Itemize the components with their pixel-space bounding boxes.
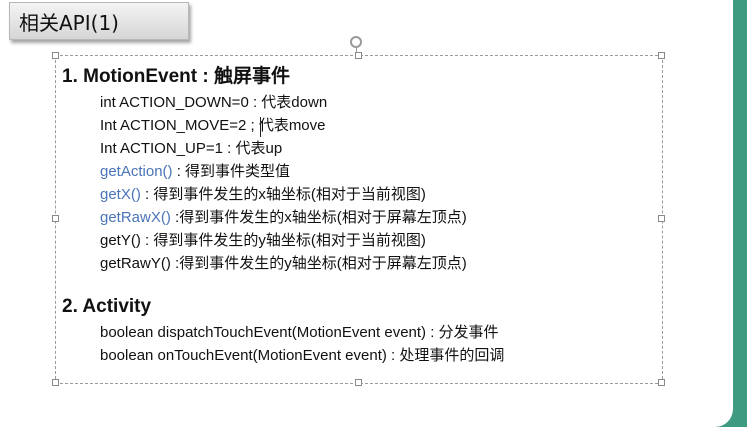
slide-title-box[interactable]: 相关API(1) (9, 2, 189, 40)
list-item: Int ACTION_UP=1 : 代表up (62, 137, 657, 160)
item-code: Int ACTION_UP=1 (100, 140, 223, 157)
list-item: getX() : 得到事件发生的x轴坐标(相对于当前视图) (62, 183, 657, 206)
item-code: getRawX() (100, 209, 171, 226)
list-item: getRawX() :得到事件发生的x轴坐标(相对于屏幕左顶点) (62, 206, 657, 229)
item-code: boolean onTouchEvent(MotionEvent event) (100, 347, 387, 364)
text-cursor (260, 117, 261, 137)
item-desc: :得到事件发生的y轴坐标(相对于屏幕左顶点) (170, 255, 467, 272)
item-desc: : 处理事件的回调 (386, 347, 505, 364)
item-code: getRawY() (100, 255, 171, 272)
item-code: getAction() (100, 163, 173, 180)
list-item: Int ACTION_MOVE=2 ; 代表move (62, 114, 657, 137)
item-desc: : 得到事件发生的x轴坐标(相对于当前视图) (140, 186, 426, 203)
list-item: int ACTION_DOWN=0 : 代表down (62, 91, 657, 114)
resize-handle-bottom[interactable] (355, 379, 362, 386)
item-code: boolean dispatchTouchEvent(MotionEvent e… (100, 324, 427, 341)
resize-handle-top-right[interactable] (658, 52, 665, 59)
item-code: getY() (100, 232, 141, 249)
slide-title: 相关API(1) (19, 11, 119, 35)
list-item: getRawY() :得到事件发生的y轴坐标(相对于屏幕左顶点) (62, 252, 657, 275)
resize-handle-right[interactable] (658, 215, 665, 222)
list-item: getY() : 得到事件发生的y轴坐标(相对于当前视图) (62, 229, 657, 252)
item-desc: :得到事件发生的x轴坐标(相对于屏幕左顶点) (170, 209, 467, 226)
section-heading-activity: 2. Activity (62, 296, 152, 317)
item-desc: : 得到事件类型值 (172, 163, 291, 180)
item-code: int ACTION_DOWN=0 (100, 94, 249, 111)
item-desc: : 得到事件发生的y轴坐标(相对于当前视图) (140, 232, 426, 249)
section-heading-motionevent: 1. MotionEvent : 触屏事件 (62, 66, 291, 87)
resize-handle-top[interactable] (355, 52, 362, 59)
slide-canvas: 相关API(1) 1. MotionEvent : 触屏事件 int ACTIO… (0, 0, 733, 427)
item-code: Int ACTION_MOVE=2 (100, 117, 247, 134)
item-desc: : 分发事件 (426, 324, 499, 341)
list-item: boolean onTouchEvent(MotionEvent event) … (62, 344, 657, 367)
item-desc: : 代表down (248, 94, 328, 111)
item-desc: ; 代表move (246, 117, 326, 134)
item-code: getX() (100, 186, 141, 203)
resize-handle-bottom-left[interactable] (52, 379, 59, 386)
resize-handle-top-left[interactable] (52, 52, 59, 59)
slide-body-text[interactable]: 1. MotionEvent : 触屏事件 int ACTION_DOWN=0 … (62, 63, 657, 367)
list-item: getAction() : 得到事件类型值 (62, 160, 657, 183)
item-desc: : 代表up (222, 140, 283, 157)
list-item: boolean dispatchTouchEvent(MotionEvent e… (62, 321, 657, 344)
resize-handle-left[interactable] (52, 215, 59, 222)
resize-handle-bottom-right[interactable] (658, 379, 665, 386)
